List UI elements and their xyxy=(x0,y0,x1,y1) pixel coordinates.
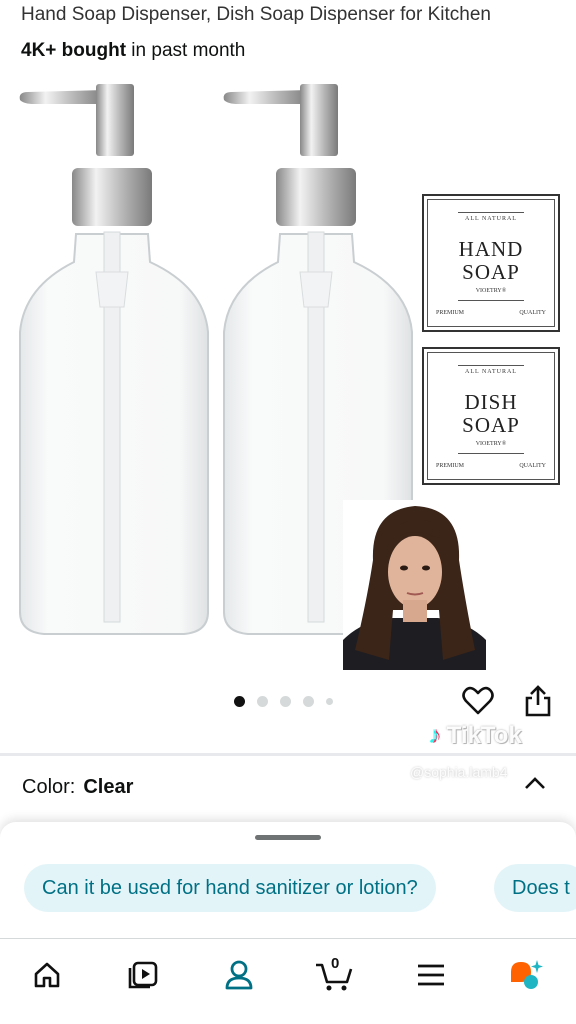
label-foot-right: QUALITY xyxy=(519,463,546,469)
label-top-text: ALL NATURAL xyxy=(465,369,517,375)
label-line2: SOAP xyxy=(462,413,520,437)
label-foot-right: QUALITY xyxy=(519,310,546,316)
product-image-gallery[interactable]: ALL NATURAL HAND SOAP VIOETRY® PREMIUM Q… xyxy=(0,70,576,680)
label-rule xyxy=(458,300,524,301)
sheet-drag-handle[interactable] xyxy=(255,835,321,840)
label-footer: PREMIUM QUALITY xyxy=(436,310,546,316)
carousel-dot[interactable] xyxy=(303,696,314,707)
bought-count-rest: in past month xyxy=(126,40,246,61)
tiktok-logo-icon: ♪ xyxy=(428,722,440,749)
label-rule xyxy=(458,453,524,454)
section-divider xyxy=(0,753,576,756)
color-value: Clear xyxy=(83,776,134,798)
carousel-dot[interactable] xyxy=(257,696,268,707)
nav-video[interactable] xyxy=(123,955,163,995)
menu-icon xyxy=(418,964,444,986)
tiktok-username: @sophia.lamb4 xyxy=(410,764,508,780)
rufus-icon xyxy=(511,960,543,989)
label-line1: HAND xyxy=(458,237,524,261)
nav-account[interactable] xyxy=(219,955,259,995)
questions-sheet[interactable]: Can it be used for hand sanitizer or lot… xyxy=(0,822,576,938)
hand-soap-label: ALL NATURAL HAND SOAP VIOETRY® PREMIUM Q… xyxy=(422,194,560,332)
cart-count: 0 xyxy=(331,955,340,972)
carousel-indicator xyxy=(234,696,333,707)
share-icon[interactable] xyxy=(524,684,552,718)
tiktok-watermark: ♪ TikTok xyxy=(428,722,568,756)
tiktok-brand: TikTok xyxy=(446,722,522,749)
nav-menu[interactable] xyxy=(411,955,451,995)
video-icon xyxy=(128,961,158,989)
chevron-up-icon[interactable] xyxy=(524,776,546,790)
heart-icon[interactable] xyxy=(462,686,494,716)
dish-soap-label: ALL NATURAL DISH SOAP VIOETRY® PREMIUM Q… xyxy=(422,347,560,485)
bottom-nav: 0 xyxy=(0,938,576,1024)
color-label: Color: xyxy=(22,776,76,798)
label-top-text: ALL NATURAL xyxy=(465,216,517,222)
question-chip[interactable]: Can it be used for hand sanitizer or lot… xyxy=(24,864,436,912)
carousel-dot-active[interactable] xyxy=(234,696,245,707)
label-rule xyxy=(458,212,524,213)
carousel-dot[interactable] xyxy=(326,698,333,705)
nav-cart[interactable]: 0 xyxy=(314,955,354,995)
label-line1: DISH xyxy=(464,390,518,414)
label-foot-left: PREMIUM xyxy=(436,463,465,469)
label-rule xyxy=(458,365,524,366)
label-footer: PREMIUM QUALITY xyxy=(436,463,546,469)
color-selector[interactable]: Color: Clear xyxy=(22,776,133,799)
label-foot-left: PREMIUM xyxy=(436,310,465,316)
presenter-figure xyxy=(343,506,486,670)
label-brand: VIOETRY® xyxy=(475,441,507,447)
presenter-video-overlay[interactable] xyxy=(343,500,486,670)
carousel-dot[interactable] xyxy=(280,696,291,707)
account-icon xyxy=(225,960,253,990)
bought-count: 4K+ bought in past month xyxy=(21,40,245,62)
product-title[interactable]: Hand Soap Dispenser, Dish Soap Dispenser… xyxy=(21,4,561,26)
home-icon xyxy=(34,962,60,988)
nav-home[interactable] xyxy=(27,955,67,995)
bought-count-bold: 4K+ bought xyxy=(21,40,127,61)
label-line2: SOAP xyxy=(462,260,520,284)
bottle-image xyxy=(19,84,209,635)
question-chip[interactable]: Does t xyxy=(494,864,576,912)
label-brand: VIOETRY® xyxy=(475,288,507,294)
nav-rufus[interactable] xyxy=(505,955,545,995)
